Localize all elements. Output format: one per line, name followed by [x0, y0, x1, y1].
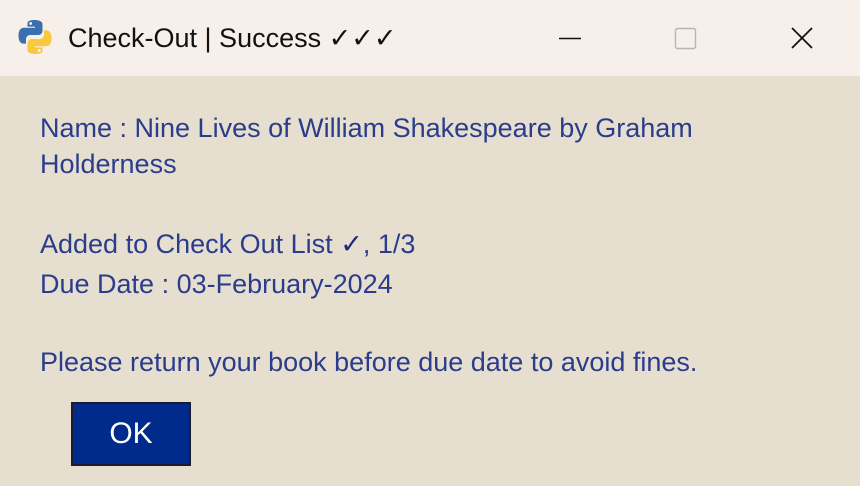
title-bar[interactable]: Check-Out | Success ✓✓✓ [0, 0, 860, 76]
added-to-list-line: Added to Check Out List ✓, 1/3 [40, 224, 415, 264]
close-icon [791, 27, 813, 49]
added-to-list-text: Added to Check Out List [40, 229, 333, 259]
checkmark-icon: ✓ [340, 229, 363, 259]
close-button[interactable] [744, 0, 860, 76]
minimize-icon [559, 37, 581, 40]
return-notice: Please return your book before due date … [40, 347, 698, 377]
checkout-count: , 1/3 [362, 229, 416, 259]
maximize-button[interactable] [628, 0, 744, 76]
book-name-line-2: Holderness [40, 149, 177, 179]
minimize-button[interactable] [512, 0, 628, 76]
due-date-line: Due Date : 03-February-2024 [40, 269, 393, 299]
python-icon [15, 17, 55, 57]
ok-button[interactable]: OK [71, 402, 191, 466]
checkout-success-dialog: Check-Out | Success ✓✓✓ Name : Nine Live… [0, 0, 860, 486]
maximize-icon [674, 27, 697, 50]
book-name-line-1: Name : Nine Lives of William Shakespeare… [40, 113, 693, 143]
window-title: Check-Out | Success ✓✓✓ [68, 23, 397, 53]
